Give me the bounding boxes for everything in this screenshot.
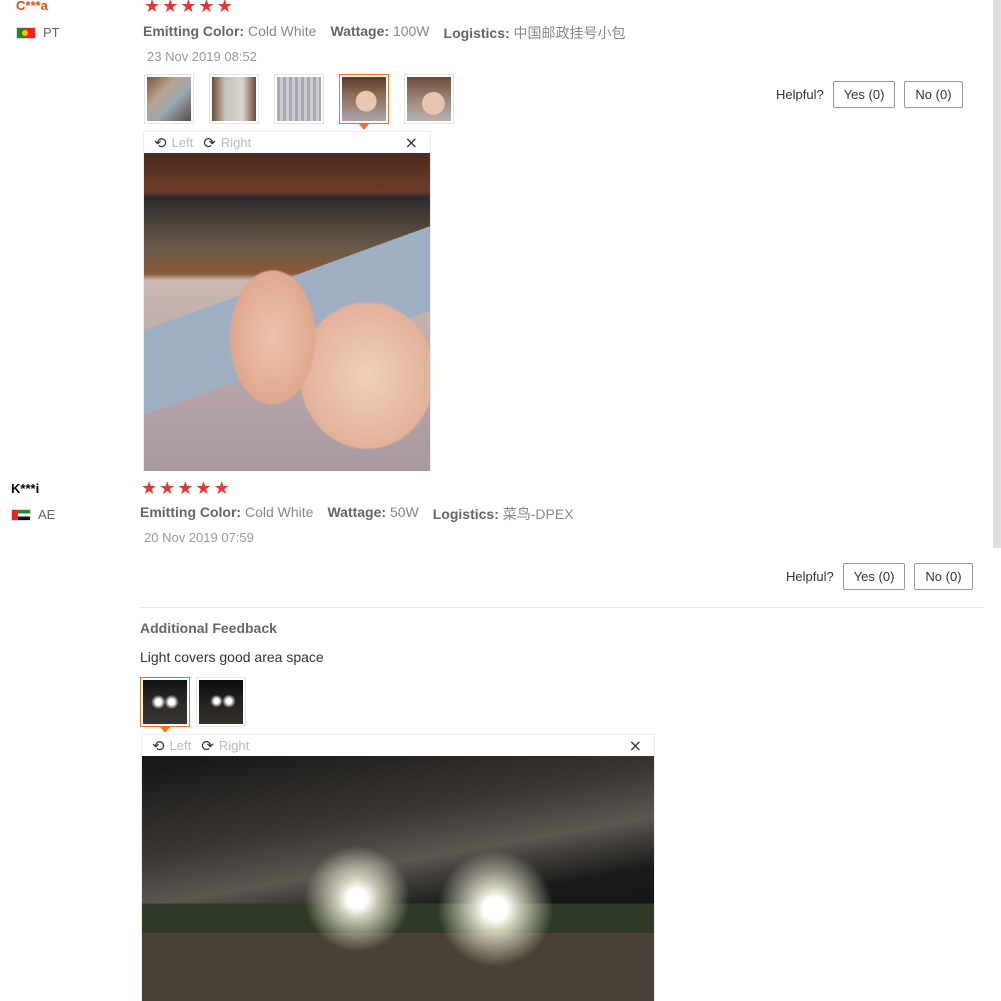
- review-date: 20 Nov 2019 07:59: [144, 530, 254, 545]
- review-photo-thumbnail[interactable]: [196, 677, 246, 727]
- country-code: PT: [43, 25, 60, 40]
- star-icon: ★: [195, 478, 212, 499]
- star-icon: ★: [159, 478, 176, 499]
- star-rating: ★ ★ ★ ★ ★: [144, 0, 233, 16]
- photo-viewer: ⟲ Left ⟳ Right ×: [143, 131, 431, 471]
- rotate-right-label: Right: [218, 738, 250, 753]
- reviewer-country: AE: [11, 507, 55, 522]
- close-icon[interactable]: ×: [629, 736, 642, 755]
- review-date: 23 Nov 2019 08:52: [147, 49, 257, 64]
- thumbnail-image: [143, 680, 187, 724]
- reviewer-name: K***i: [11, 481, 40, 496]
- thumbnail-image: [147, 77, 191, 121]
- star-icon: ★: [177, 478, 194, 499]
- review-photo-thumbnail[interactable]: [209, 74, 259, 124]
- attribute-logistics: Logistics: 中国邮政挂号小包: [443, 25, 626, 41]
- star-icon: ★: [144, 0, 161, 17]
- helpful-label: Helpful?: [776, 87, 824, 102]
- rotate-left-button[interactable]: ⟲ Left: [152, 737, 191, 755]
- rotate-right-label: Right: [220, 135, 252, 150]
- thumbnail-image: [342, 77, 386, 121]
- close-icon[interactable]: ×: [405, 133, 418, 152]
- rotate-left-icon: ⟲: [152, 736, 165, 755]
- rotate-right-icon: ⟳: [203, 133, 216, 152]
- attribute-emitting-color: Emitting Color: Cold White: [143, 23, 317, 39]
- rotate-left-button[interactable]: ⟲ Left: [154, 134, 193, 152]
- star-icon: ★: [162, 0, 179, 17]
- reviewer-country: PT: [16, 25, 60, 40]
- divider: [140, 607, 984, 608]
- attribute-logistics: Logistics: 菜鸟-DPEX: [432, 506, 574, 522]
- thumbnail-image: [199, 680, 243, 724]
- thumbnail-image: [277, 77, 321, 121]
- product-attributes: Emitting Color: Cold White Wattage: 50W …: [140, 504, 574, 524]
- country-code: AE: [38, 507, 56, 522]
- review-photo-thumbnail[interactable]: [274, 74, 324, 124]
- review-photo-thumbnail[interactable]: [404, 74, 454, 124]
- star-rating: ★ ★ ★ ★ ★: [141, 480, 230, 498]
- scrollbar[interactable]: [993, 0, 1001, 548]
- helpful-yes-button[interactable]: Yes (0): [832, 81, 896, 108]
- photo-viewer-toolbar: ⟲ Left ⟳ Right ×: [144, 132, 430, 153]
- star-icon: ★: [198, 0, 215, 17]
- rotate-left-icon: ⟲: [154, 133, 167, 152]
- attribute-wattage: Wattage: 100W: [330, 23, 430, 39]
- helpful-no-button[interactable]: No (0): [914, 563, 973, 590]
- rotate-right-button[interactable]: ⟳ Right: [201, 737, 249, 755]
- helpful-section: Helpful? Yes (0) No (0): [776, 81, 963, 108]
- attribute-emitting-color: Emitting Color: Cold White: [140, 504, 314, 520]
- thumbnail-image: [407, 77, 451, 121]
- additional-feedback-text: Light covers good area space: [140, 649, 324, 665]
- helpful-no-button[interactable]: No (0): [904, 81, 963, 108]
- review-photo-large: [142, 756, 654, 1001]
- star-icon: ★: [216, 0, 233, 17]
- photo-viewer: ⟲ Left ⟳ Right ×: [141, 734, 655, 1001]
- review-photo-thumbnail-active[interactable]: [140, 677, 190, 733]
- review-photo-thumbnail-active[interactable]: [339, 74, 389, 130]
- rotate-left-label: Left: [169, 738, 192, 753]
- thumbnail-image: [212, 77, 256, 121]
- helpful-section: Helpful? Yes (0) No (0): [786, 563, 973, 590]
- review-photo-thumbnails: [144, 74, 454, 130]
- reviewer-name: C***a: [16, 0, 48, 13]
- flag-ae-icon: [11, 508, 31, 521]
- star-icon: ★: [213, 478, 230, 499]
- helpful-label: Helpful?: [786, 569, 834, 584]
- product-attributes: Emitting Color: Cold White Wattage: 100W…: [143, 23, 626, 43]
- flag-pt-icon: [16, 26, 36, 39]
- rotate-right-icon: ⟳: [201, 736, 214, 755]
- star-icon: ★: [141, 478, 158, 499]
- photo-viewer-toolbar: ⟲ Left ⟳ Right ×: [142, 735, 654, 756]
- review-photo-large: [144, 153, 430, 471]
- attribute-wattage: Wattage: 50W: [327, 504, 419, 520]
- review-photo-thumbnail[interactable]: [144, 74, 194, 124]
- rotate-left-label: Left: [171, 135, 194, 150]
- additional-feedback-title: Additional Feedback: [140, 620, 277, 636]
- rotate-right-button[interactable]: ⟳ Right: [203, 134, 251, 152]
- helpful-yes-button[interactable]: Yes (0): [842, 563, 906, 590]
- star-icon: ★: [180, 0, 197, 17]
- review-photo-thumbnails: [140, 677, 246, 733]
